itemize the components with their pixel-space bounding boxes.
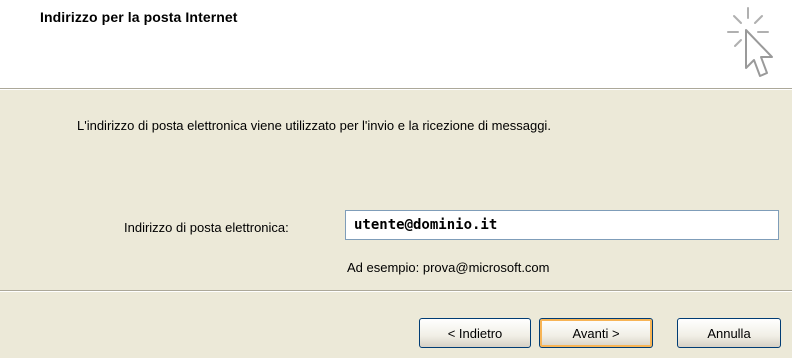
email-field-label: Indirizzo di posta elettronica: [124,220,289,235]
connection-wizard-dialog: Indirizzo per la posta Internet L'indiri… [0,0,792,358]
wizard-content: L'indirizzo di posta elettronica viene u… [0,90,792,290]
next-button[interactable]: Avanti > [539,318,653,348]
email-field[interactable] [345,210,779,240]
wizard-cursor-icon [727,7,773,77]
wizard-footer: < Indietro Avanti > Annulla [0,292,792,358]
back-button[interactable]: < Indietro [419,318,531,348]
wizard-header: Indirizzo per la posta Internet [0,0,792,88]
page-title: Indirizzo per la posta Internet [40,9,238,25]
example-hint: Ad esempio: prova@microsoft.com [347,260,550,275]
description-text: L'indirizzo di posta elettronica viene u… [77,118,551,133]
cancel-button[interactable]: Annulla [677,318,781,348]
